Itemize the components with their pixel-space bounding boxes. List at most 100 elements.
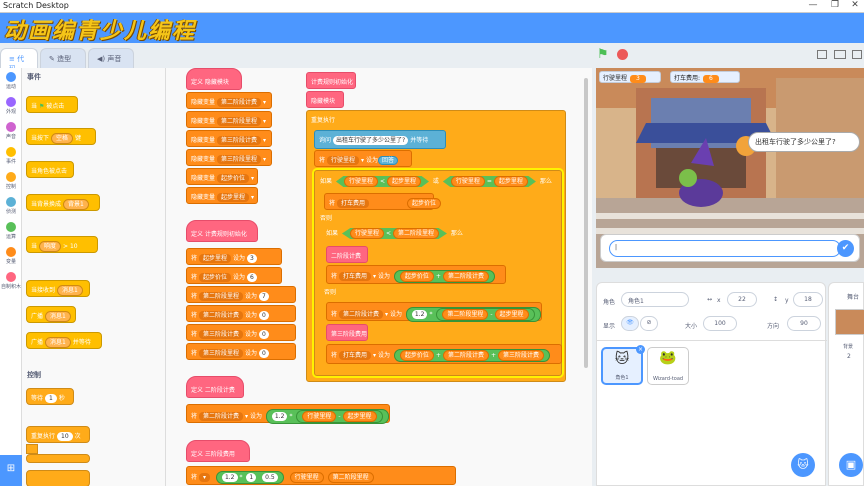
block-wait-seconds[interactable]: 等待 1 秒 <box>26 388 74 405</box>
code-block-row[interactable]: 隐藏变量 第二阶段计费 ▾ <box>186 92 272 109</box>
call-init-rules[interactable]: 计费规则初始化 <box>306 72 356 89</box>
block-when-backdrop-switches[interactable]: 当背景换成 背景1 <box>26 194 100 211</box>
call-hide-module[interactable]: 隐藏模块 <box>306 91 344 108</box>
tab-sounds[interactable]: ◀) 声音 <box>88 48 134 68</box>
sprite-tile-cat[interactable]: 🐱 角色1 × <box>601 345 645 385</box>
fullscreen-button[interactable] <box>852 50 862 59</box>
set-fee-stage3[interactable]: 将打车费用 ▾ 设为 起步价位 + 第二阶段计费 + 第三阶段计费 <box>326 344 562 364</box>
code-block-row[interactable]: 隐藏变量 起步里程 ▾ <box>186 187 258 204</box>
check-icon[interactable]: ✔ <box>837 240 854 257</box>
sprite-tile-wizard-toad[interactable]: 🐸 Wizard-toad <box>647 347 689 385</box>
palette-section-control: 控制 <box>27 371 41 379</box>
palette-section-events: 事件 <box>27 73 41 81</box>
close-button[interactable]: ✕ <box>848 0 862 10</box>
define-hide-module[interactable]: 定义 隐藏模块 <box>186 68 242 90</box>
green-flag-icon: ⚑ <box>38 103 45 110</box>
set-stage2-fee-value[interactable]: 将第二阶段计费 ▾ 设为 1.2 * 第二阶段里程 - 起步里程 <box>326 302 542 322</box>
category-sensing[interactable]: 侦测 <box>0 197 22 215</box>
backdrop-label: 背景 <box>843 344 854 350</box>
block-repeat-foot <box>26 454 90 463</box>
show-eye-icon[interactable]: 👁 <box>621 316 639 331</box>
code-workspace[interactable]: 定义 隐藏模块 隐藏变量 第二阶段计费 ▾ 隐藏变量 第二阶段里程 ▾ 隐藏变量 第三阶段… <box>166 68 592 486</box>
code-block-row[interactable]: 将第二阶段计费 设为 0 <box>186 305 296 322</box>
category-operators[interactable]: 运算 <box>0 222 22 240</box>
code-block-row[interactable]: 隐藏变量 起步价位 ▾ <box>186 168 258 185</box>
backdrop-thumbnail[interactable] <box>835 309 864 335</box>
code-scrollbar[interactable] <box>584 78 588 368</box>
code-block-row[interactable]: 将第二阶段计费 ▾ 设为 1.2 * 行驶里程 - 起步里程 <box>186 404 390 424</box>
direction-input[interactable]: 90 <box>787 316 821 331</box>
call-stage2-fee[interactable]: 二阶段计费 <box>326 246 368 263</box>
define-stage3-fee[interactable]: 定义 三阶段费用 <box>186 440 250 462</box>
tab-costumes[interactable]: ✎ 造型 <box>40 48 86 68</box>
green-flag-icon[interactable]: ⚑ <box>597 48 611 62</box>
block-when-receive[interactable]: 当接收到 消息1 <box>26 280 90 297</box>
category-motion[interactable]: 运动 <box>0 72 22 90</box>
delete-sprite-icon[interactable]: × <box>636 345 645 354</box>
code-block-row[interactable]: 将第二阶段里程 设为 7 <box>186 286 296 303</box>
size-input[interactable]: 100 <box>703 316 737 331</box>
add-extension-button[interactable]: ⊞ <box>0 455 22 486</box>
category-events[interactable]: 事件 <box>0 147 22 165</box>
fee-monitor: 打车费用: 6 <box>670 71 740 83</box>
code-block-row[interactable]: 将第三阶段里程 设为 0 <box>186 343 296 360</box>
hide-eye-icon[interactable]: ⊘ <box>640 316 658 331</box>
stop-button[interactable] <box>617 49 628 60</box>
sprite-pane: 角色 角色1 ↔ x 22 ↕ y 18 显示 👁 ⊘ 大小 100 方向 90… <box>596 282 827 486</box>
sprite-info: 角色 角色1 ↔ x 22 ↕ y 18 显示 👁 ⊘ 大小 100 方向 90 <box>597 283 827 341</box>
define-init-rules[interactable]: 定义 计费规则初始化 <box>186 220 258 242</box>
tab-code[interactable]: ≡ 代码 <box>0 48 38 73</box>
if-condition-row-1[interactable]: 如果 行驶里程 < 起步里程 或 行驶里程 = 起步里程 那么 <box>316 172 560 192</box>
block-broadcast-and-wait[interactable]: 广播 消息1 并等待 <box>26 332 102 349</box>
small-stage-button[interactable] <box>817 50 827 59</box>
stage-selector-pane[interactable]: 舞台 背景 2 ▣ <box>828 282 864 486</box>
minimize-button[interactable]: — <box>806 0 820 10</box>
speech-bubble: 出租车行驶了多少公里了? <box>748 132 860 152</box>
extension-icon: ⊞ <box>6 463 16 474</box>
maximize-button[interactable]: ❐ <box>828 0 842 10</box>
block-when-loudness[interactable]: 当响度 > 10 <box>26 236 98 253</box>
code-block-row[interactable]: 将起步价位 设为 6 <box>186 267 282 284</box>
category-control[interactable]: 控制 <box>0 172 22 190</box>
code-block-row[interactable]: 将起步里程 设为 3 <box>186 248 282 265</box>
mileage-monitor: 行驶里程 3 <box>599 71 661 83</box>
category-menu: 运动 外观 声音 事件 控制 侦测 运算 变量 自制积木 <box>0 68 22 486</box>
y-position-input[interactable]: 18 <box>793 292 823 307</box>
if-condition-row-2[interactable]: 如果 行驶里程 < 第二阶段里程 那么 <box>322 224 463 244</box>
define-stage2-fee[interactable]: 定义 二阶段计费 <box>186 376 244 398</box>
else-label-1: 否则 <box>320 215 333 222</box>
add-backdrop-button[interactable]: ▣ <box>839 453 863 477</box>
wizard-toad-sprite-icon: 🐸 <box>659 350 677 366</box>
category-sound[interactable]: 声音 <box>0 122 22 140</box>
answer-input[interactable]: | <box>609 240 841 257</box>
large-stage-button[interactable] <box>834 50 846 59</box>
block-repeat[interactable]: 重复执行 10 次 <box>26 426 90 443</box>
set-mileage-to-answer[interactable]: 将行驶里程 ▾ 设为 回答 <box>314 150 412 167</box>
code-block-row[interactable]: 隐藏变量 第三阶段里程 ▾ <box>186 149 272 166</box>
cat-add-icon: 🐱 <box>797 458 809 471</box>
code-block-row[interactable]: 隐藏变量 第二阶段里程 ▾ <box>186 111 272 128</box>
picture-icon: ▣ <box>845 458 857 471</box>
set-fee-stage2[interactable]: 将打车费用 ▾ 设为 起步价位 + 第二阶段计费 <box>326 265 506 284</box>
watermark-logo: 动画编青少儿编程 <box>4 18 197 44</box>
call-stage3-fee[interactable]: 第三阶段费用 <box>326 324 368 341</box>
block-broadcast[interactable]: 广播 消息1 <box>26 306 76 323</box>
block-forever[interactable] <box>26 470 90 486</box>
y-arrows-icon: ↕ <box>773 296 779 303</box>
code-block-row[interactable]: 将 ▾ 1.2 * 1 0.5 行驶里程 第二阶段里程 <box>186 466 456 485</box>
block-when-key-pressed[interactable]: 当按下 空格键 <box>26 128 96 145</box>
code-block-row[interactable]: 隐藏变量 第三阶段计费 ▾ <box>186 130 272 147</box>
stage-canvas[interactable]: 行驶里程 3 打车费用: 6 出租车行驶了多少公里了? | ✔ <box>596 68 864 268</box>
category-my-blocks[interactable]: 自制积木 <box>0 272 22 290</box>
ask-and-wait-block[interactable]: 询问 出租车行驶了多少公里了? 并等待 <box>314 130 446 149</box>
category-variables[interactable]: 变量 <box>0 247 22 265</box>
code-block-row[interactable]: 将第三阶段计费 设为 0 <box>186 324 296 341</box>
block-when-flag-clicked[interactable]: 当 ⚑ 被点击 <box>26 96 78 113</box>
set-fee-to-base[interactable]: 将打车费用 起步价位 <box>324 193 442 210</box>
add-sprite-button[interactable]: 🐱 <box>791 453 815 477</box>
block-when-sprite-clicked[interactable]: 当角色被点击 <box>26 161 74 178</box>
sprite-name-input[interactable]: 角色1 <box>621 292 689 307</box>
category-looks[interactable]: 外观 <box>0 97 22 115</box>
x-position-input[interactable]: 22 <box>727 292 757 307</box>
stage-label: 舞台 <box>847 294 860 301</box>
